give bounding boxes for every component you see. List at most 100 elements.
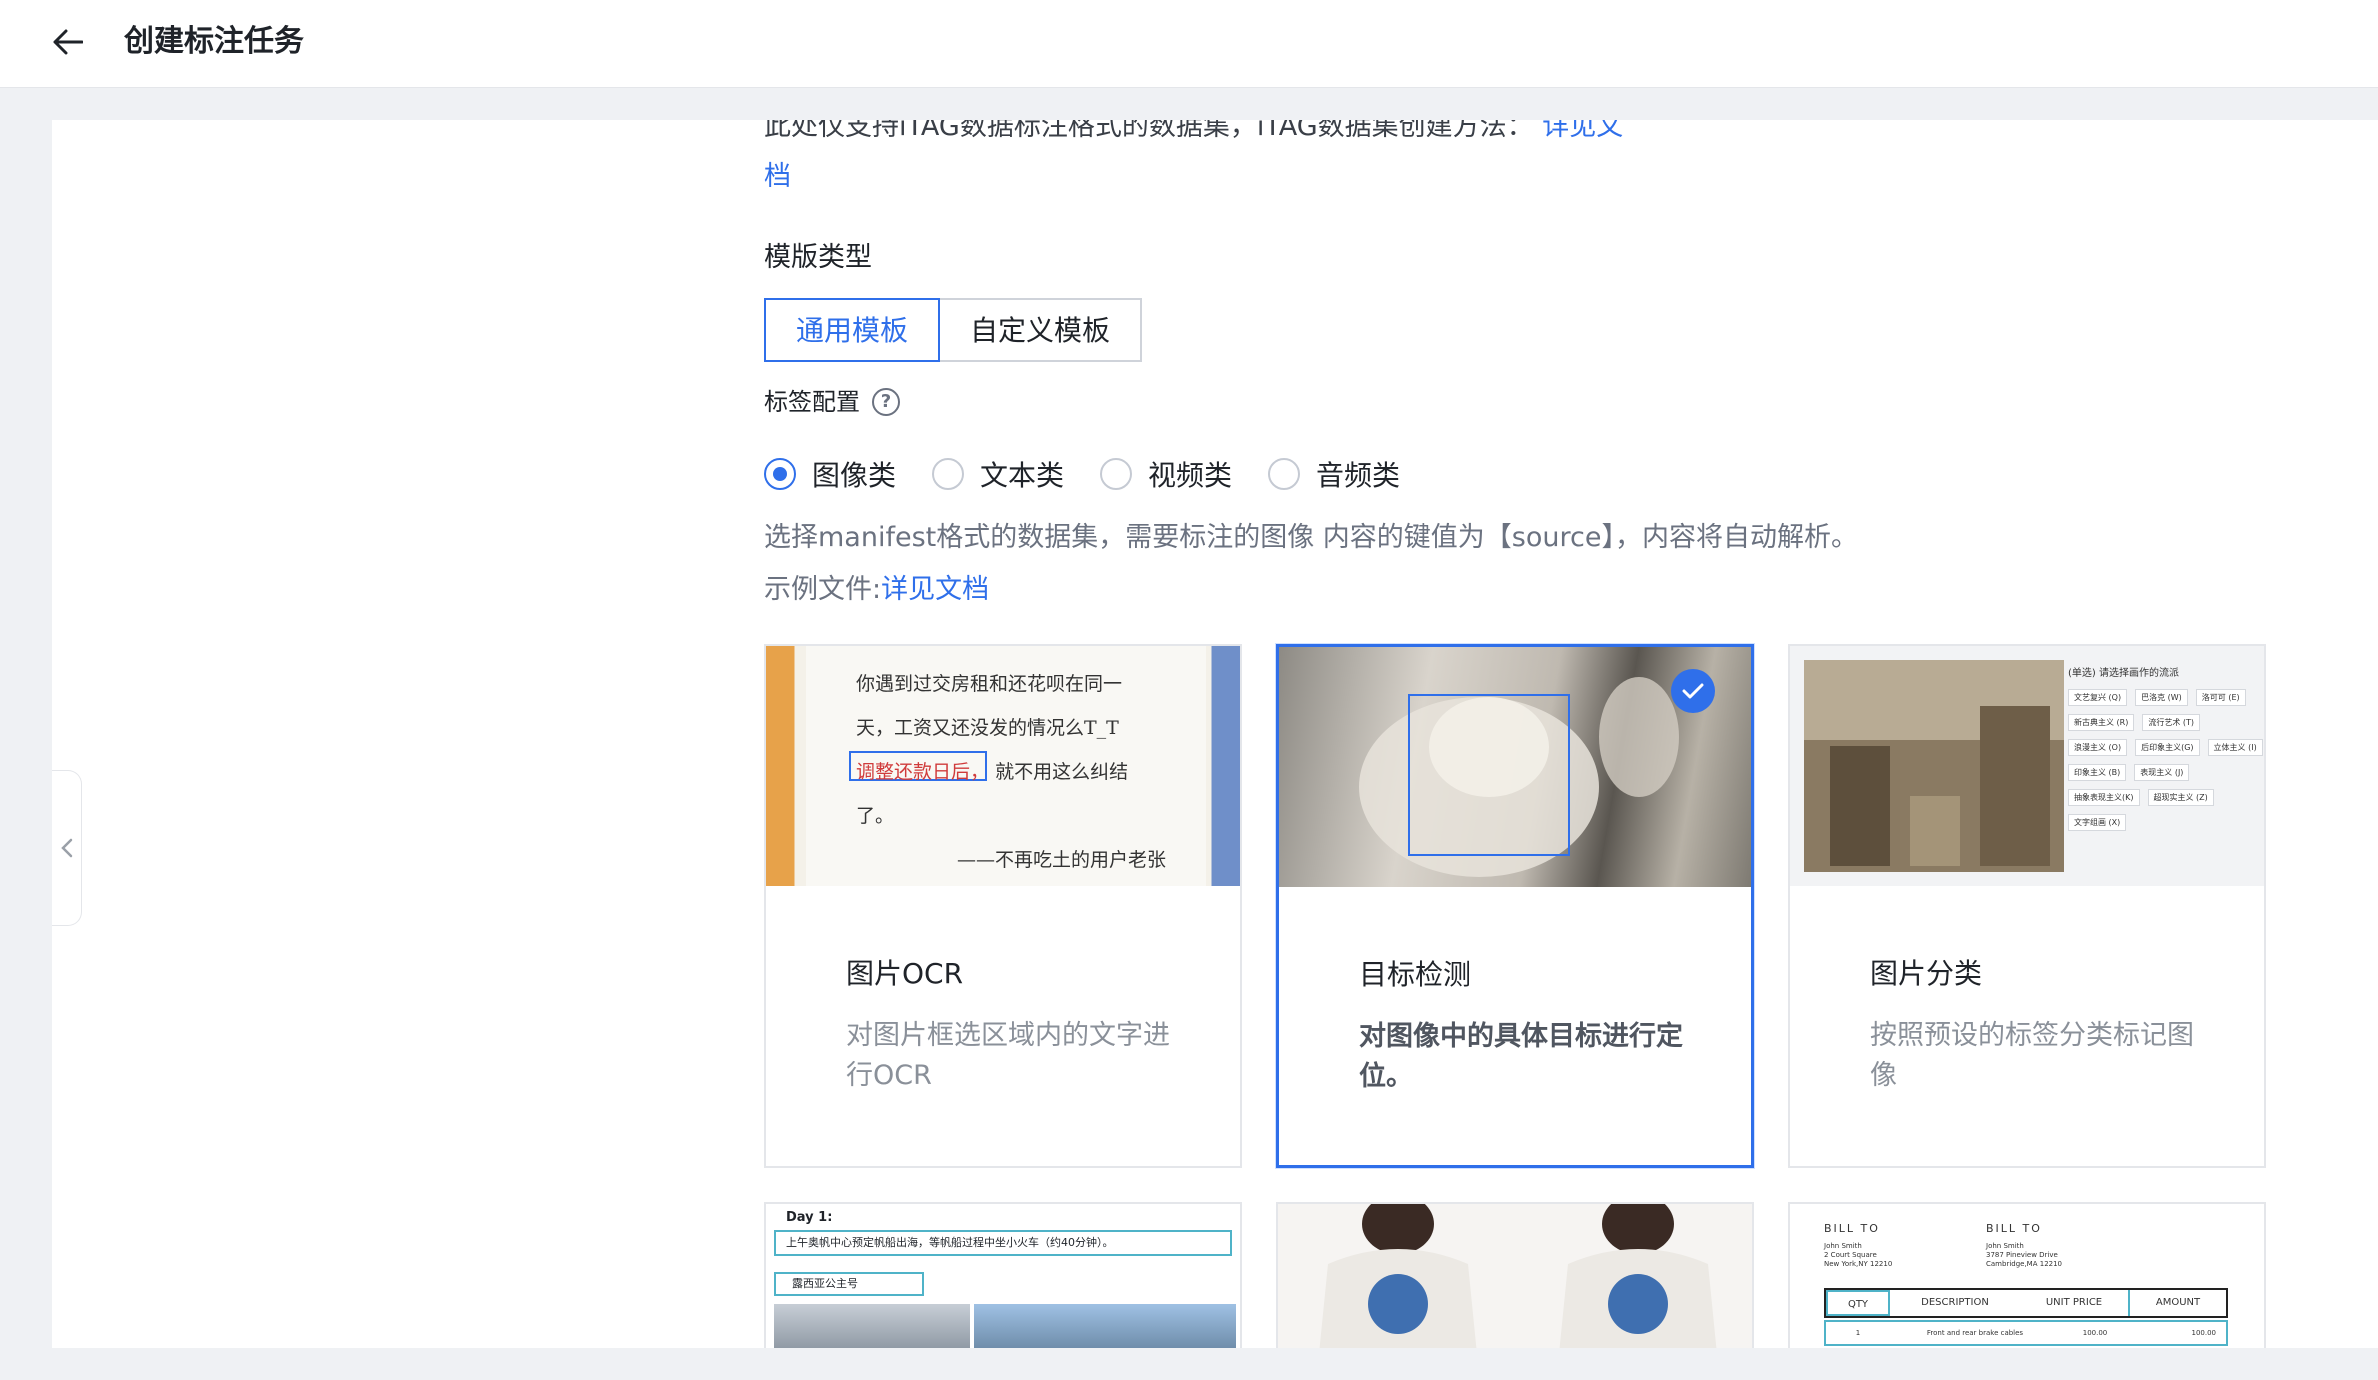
radio-image[interactable]: 图像类: [764, 454, 896, 494]
classification-option: 流行艺术 (T): [2142, 714, 2201, 731]
classification-option: 立体主义 (I): [2207, 739, 2263, 756]
checkmark-icon: [1682, 683, 1704, 699]
ocr-line-5: ——不再吃土的用户老张: [956, 849, 1166, 871]
itinerary-line2-box: 露西亚公主号: [774, 1272, 924, 1296]
invoice-row: 1 Front and rear brake cables 100.00 100…: [1824, 1320, 2228, 1346]
card-description: 对图像中的具体目标进行定位。: [1359, 1021, 1683, 1092]
invoice-col-desc: DESCRIPTION: [1921, 1297, 1989, 1308]
card-title: 目标检测: [1359, 958, 1472, 991]
itinerary-line2: 露西亚公主号: [792, 1277, 858, 1290]
dataset-description: 选择manifest格式的数据集，需要标注的图像 内容的键值为【source】，…: [764, 522, 1858, 553]
radio-text-label: 文本类: [980, 459, 1065, 492]
invoice-cell-price: 100.00: [2082, 1329, 2108, 1337]
template-custom-button[interactable]: 自定义模板: [940, 298, 1143, 362]
template-card-text-ocr[interactable]: Day 1: 上午奥帆中心预定帆船出海，等帆船过程中坐小火车（约40分钟）。 露…: [764, 1202, 1242, 1348]
chevron-left-icon: [60, 838, 72, 858]
invoice-col-price: UNIT PRICE: [2020, 1290, 2130, 1316]
radio-text[interactable]: 文本类: [932, 454, 1064, 494]
template-card-classification[interactable]: (单选) 请选择画作的流派 文艺复兴 (Q) 巴洛克 (W) 洛可可 (E) 新古典主…: [1788, 644, 2266, 1168]
page-title: 创建标注任务: [124, 24, 304, 59]
card-title: 图片OCR: [846, 957, 964, 990]
radio-audio-dot[interactable]: [1268, 458, 1301, 490]
tshirt-graphic: [1319, 1204, 1717, 1348]
classification-option: 印象主义 (B): [2068, 764, 2127, 781]
ocr-line-3a: 调整还款日后，: [856, 761, 990, 783]
classification-option: 抽象表现主义(K): [2068, 789, 2140, 806]
radio-audio-label: 音频类: [1316, 459, 1401, 492]
template-card-ocr[interactable]: 你遇到过交房租和还花呗在同一 天，工资又还没发的情况么T_T 调整还款日后， 就…: [764, 644, 1242, 1168]
invoice-col-amount: AMOUNT: [2155, 1297, 2201, 1308]
label-config-label: 标签配置 ?: [764, 382, 900, 422]
classification-thumbnail: (单选) 请选择画作的流派 文艺复兴 (Q) 巴洛克 (W) 洛可可 (E) 新古典主…: [1790, 646, 2264, 886]
left-address: John Smith 2 Court Square New York,NY 12…: [1824, 1242, 1892, 1269]
ocr-line-2: 天，工资又还没发的情况么T_T: [856, 717, 1119, 739]
ocr-thumbnail: 你遇到过交房租和还花呗在同一 天，工资又还没发的情况么T_T 调整还款日后， 就…: [766, 646, 1240, 886]
card-title: 图片分类: [1870, 957, 1983, 990]
detection-thumbnail: [1279, 647, 1751, 887]
classification-option: 新古典主义 (R): [2068, 714, 2135, 731]
right-address-line: Cambridge,MA 12210: [1986, 1260, 2063, 1268]
left-address-line: John Smith: [1824, 1242, 1862, 1250]
dataset-note: 此处仅支持iTAG数据标注格式的数据集，iTAG数据集创建方法： 详见文档: [764, 120, 1644, 202]
classification-option: 浪漫主义 (O): [2068, 739, 2128, 756]
radio-image-label: 图像类: [812, 459, 897, 492]
radio-video-dot[interactable]: [1100, 458, 1133, 490]
question-circle-icon[interactable]: ?: [872, 388, 900, 416]
radio-video[interactable]: 视频类: [1100, 454, 1232, 494]
classification-options-panel: (单选) 请选择画作的流派 文艺复兴 (Q) 巴洛克 (W) 洛可可 (E) 新古典主…: [2068, 664, 2264, 831]
classification-option: 后印象主义(G): [2135, 739, 2200, 756]
radio-audio[interactable]: 音频类: [1268, 454, 1400, 494]
itinerary-line1-box: 上午奥帆中心预定帆船出海，等帆船过程中坐小火车（约40分钟）。: [774, 1230, 1232, 1256]
ocr-line-4: 了。: [856, 805, 895, 827]
dataset-note-text: 此处仅支持iTAG数据标注格式的数据集，iTAG数据集创建方法：: [764, 120, 1534, 142]
tshirt-thumbnail: [1278, 1204, 1752, 1348]
ocr-line-1: 你遇到过交房租和还花呗在同一: [856, 673, 1123, 695]
label-config-text: 标签配置: [764, 388, 860, 416]
top-bar: 创建标注任务: [0, 0, 2378, 88]
bill-to-right: BILL TO: [1986, 1222, 2042, 1235]
classification-option: 洛可可 (E): [2195, 689, 2246, 706]
radio-video-label: 视频类: [1148, 459, 1233, 492]
media-type-radio-group: 图像类 文本类 视频类 音频类: [764, 454, 1436, 494]
classification-option: 巴洛克 (W): [2135, 689, 2188, 706]
card-description: 对图片框选区域内的文字进行OCR: [846, 1020, 1170, 1091]
invoice-col-qty: QTY: [1826, 1290, 1890, 1316]
bottom-strip: [0, 1348, 2378, 1380]
classification-option: 超现实主义 (Z): [2147, 789, 2214, 806]
classification-option: 表现主义 (J): [2134, 764, 2190, 781]
template-card-compare[interactable]: [1276, 1202, 1754, 1348]
invoice-cell-qty: 1: [1855, 1329, 1861, 1337]
template-type-label: 模版类型: [764, 242, 872, 273]
itinerary-thumbnail: Day 1: 上午奥帆中心预定帆船出海，等帆船过程中坐小火车（约40分钟）。 露…: [766, 1204, 1240, 1348]
left-address-line: 2 Court Square: [1824, 1251, 1877, 1259]
back-button[interactable]: [44, 18, 92, 66]
example-file-prefix: 示例文件:: [764, 574, 882, 605]
invoice-cell-amount: 100.00: [2191, 1329, 2217, 1337]
arrow-left-icon: [53, 29, 83, 55]
classification-option: 文艺复兴 (Q): [2068, 689, 2128, 706]
template-general-button[interactable]: 通用模板: [764, 298, 941, 362]
radio-text-dot[interactable]: [932, 458, 965, 490]
harbor-photo-right: [974, 1304, 1236, 1348]
itinerary-heading: Day 1:: [786, 1210, 833, 1225]
invoice-thumbnail: BILL TO BILL TO John Smith 2 Court Squar…: [1790, 1204, 2264, 1348]
selected-badge: [1671, 669, 1715, 713]
template-type-segment: 通用模板 自定义模板: [764, 298, 1143, 362]
invoice-header-row: QTY DESCRIPTION UNIT PRICE AMOUNT: [1824, 1288, 2228, 1318]
bill-to-left: BILL TO: [1824, 1222, 1880, 1235]
classification-heading: (单选) 请选择画作的流派: [2068, 668, 2179, 679]
itinerary-line1: 上午奥帆中心预定帆船出海，等帆船过程中坐小火车（约40分钟）。: [786, 1236, 1114, 1249]
left-address-line: New York,NY 12210: [1824, 1260, 1893, 1268]
ocr-line-3b: 就不用这么纠结: [995, 761, 1129, 783]
template-card-detection[interactable]: 目标检测 对图像中的具体目标进行定位。: [1276, 644, 1754, 1168]
right-address-line: John Smith: [1986, 1242, 2024, 1250]
invoice-cell-desc: Front and rear brake cables: [1926, 1329, 2024, 1337]
example-doc-link[interactable]: 详见文档: [881, 574, 989, 605]
classification-option: 文字组画 (X): [2068, 814, 2127, 831]
harbor-photo-left: [774, 1304, 970, 1348]
content-panel: 此处仅支持iTAG数据标注格式的数据集，iTAG数据集创建方法： 详见文档 模版…: [52, 120, 2378, 1348]
sidebar-toggle[interactable]: [52, 770, 82, 926]
example-file-line: 示例文件:详见文档: [764, 568, 989, 612]
template-card-invoice[interactable]: BILL TO BILL TO John Smith 2 Court Squar…: [1788, 1202, 2266, 1348]
radio-image-dot[interactable]: [764, 458, 796, 490]
